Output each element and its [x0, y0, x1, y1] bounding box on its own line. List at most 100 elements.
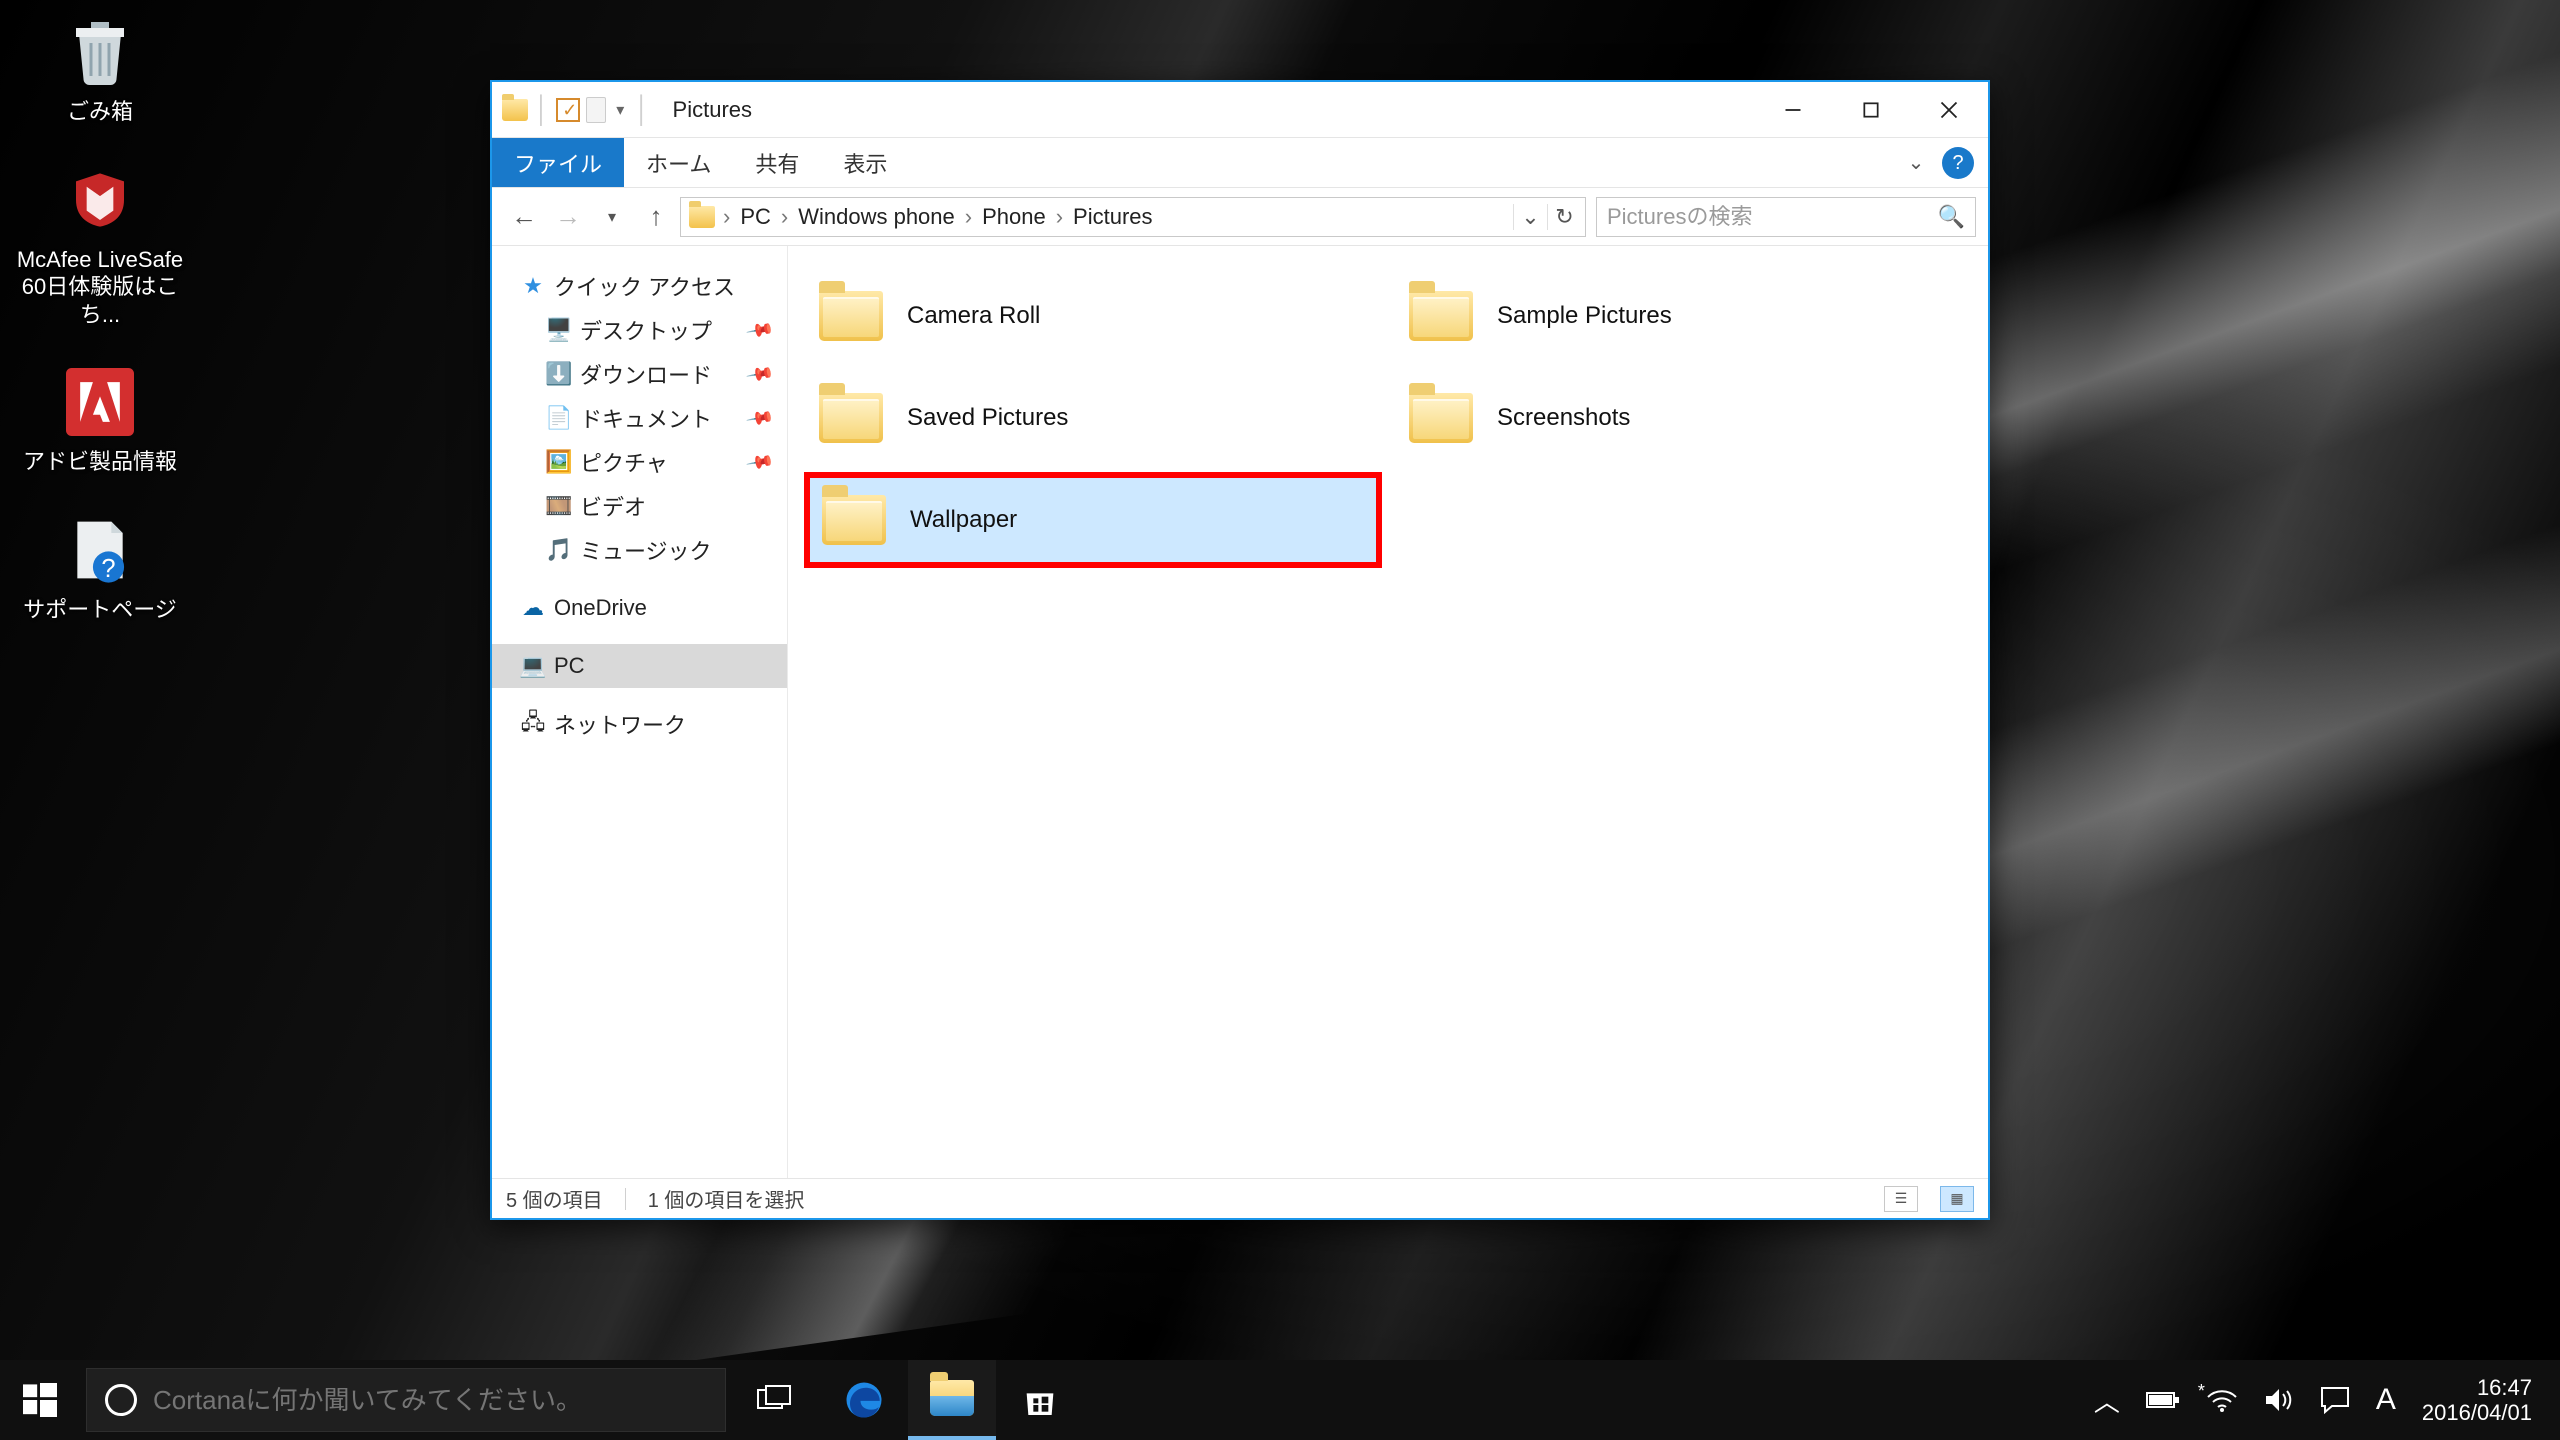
content-pane[interactable]: Camera Roll Sample Pictures Saved Pictures… — [788, 246, 1988, 1178]
cortana-icon — [105, 1384, 137, 1416]
desktop-icons: ごみ箱 McAfee LiveSafe 60日体験版はこち... アドビ製品情報… — [10, 10, 190, 623]
nav-up-button[interactable]: ↑ — [636, 197, 676, 237]
tab-home[interactable]: ホーム — [624, 138, 733, 187]
ime-indicator[interactable]: A — [2376, 1383, 2396, 1417]
ribbon-expand-button[interactable]: ⌄ — [1896, 138, 1936, 187]
svg-text:?: ? — [101, 554, 115, 582]
pc-icon: 💻 — [522, 655, 544, 677]
nav-onedrive[interactable]: ☁OneDrive — [492, 586, 787, 630]
taskbar-app-edge[interactable] — [820, 1360, 908, 1440]
refresh-button[interactable]: ↻ — [1547, 204, 1581, 230]
pin-icon: 📌 — [745, 447, 775, 477]
nav-music[interactable]: 🎵ミュージック — [492, 528, 787, 572]
adobe-icon — [58, 360, 142, 444]
nav-pictures[interactable]: 🖼️ピクチャ📌 — [492, 440, 787, 484]
nav-documents[interactable]: 📄ドキュメント📌 — [492, 396, 787, 440]
qat-dropdown-icon[interactable]: ▾ — [612, 100, 628, 120]
search-input[interactable] — [1607, 204, 1938, 230]
ribbon-tabs: ファイル ホーム 共有 表示 ⌄ ? — [492, 138, 1988, 188]
nav-pc[interactable]: 💻PC — [492, 644, 787, 688]
folder-label: Saved Pictures — [907, 404, 1068, 432]
desktop-icon-recycle-bin[interactable]: ごみ箱 — [10, 10, 190, 126]
documents-icon: 📄 — [548, 407, 570, 429]
battery-icon[interactable] — [2146, 1390, 2180, 1410]
view-details-button[interactable]: ☰ — [1884, 1186, 1918, 1212]
network-icon: 🖧 — [522, 713, 544, 735]
nav-forward-button[interactable]: → — [548, 197, 588, 237]
chevron-right-icon[interactable]: › — [963, 204, 974, 230]
address-dropdown-button[interactable]: ⌄ — [1513, 204, 1547, 230]
nav-downloads[interactable]: ⬇️ダウンロード📌 — [492, 352, 787, 396]
folder-item[interactable]: Saved Pictures — [804, 370, 1382, 466]
nav-recent-dropdown[interactable]: ▾ — [592, 197, 632, 237]
tab-view[interactable]: 表示 — [821, 138, 909, 187]
view-icons-button[interactable]: ▦ — [1940, 1186, 1974, 1212]
pin-icon: 📌 — [745, 359, 775, 389]
desktop-icon-adobe[interactable]: アドビ製品情報 — [10, 360, 190, 476]
status-bar: 5 個の項目 1 個の項目を選択 ☰ ▦ — [492, 1178, 1988, 1218]
window-title: Pictures — [673, 97, 752, 123]
breadcrumb-segment[interactable]: Phone — [974, 204, 1054, 230]
nav-desktop[interactable]: 🖥️デスクトップ📌 — [492, 308, 787, 352]
mcafee-icon — [58, 158, 142, 242]
maximize-button[interactable] — [1832, 82, 1910, 138]
tray-overflow-button[interactable]: ︿ — [2094, 1382, 2120, 1419]
taskbar-app-store[interactable] — [996, 1360, 1084, 1440]
taskbar-clock[interactable]: 16:47 2016/04/01 — [2422, 1375, 2542, 1426]
task-view-button[interactable] — [732, 1360, 820, 1440]
folder-icon — [1409, 291, 1473, 341]
cortana-search[interactable] — [86, 1368, 726, 1432]
wifi-icon[interactable]: * — [2206, 1387, 2238, 1413]
tab-share[interactable]: 共有 — [733, 138, 821, 187]
search-icon[interactable]: 🔍 — [1938, 204, 1965, 230]
folder-item[interactable]: Sample Pictures — [1394, 268, 1972, 364]
clock-time: 16:47 — [2422, 1375, 2532, 1400]
nav-back-button[interactable]: ← — [504, 197, 544, 237]
breadcrumb-segment[interactable]: PC — [732, 204, 779, 230]
titlebar[interactable]: │ ✓ ▾ │ Pictures — [492, 82, 1988, 138]
chevron-right-icon[interactable]: › — [779, 204, 790, 230]
cortana-input[interactable] — [153, 1385, 707, 1416]
folder-icon — [819, 393, 883, 443]
onedrive-icon: ☁ — [522, 597, 544, 619]
qat-properties-icon[interactable]: ✓ — [556, 98, 580, 122]
folder-icon — [822, 495, 886, 545]
chevron-right-icon[interactable]: › — [721, 204, 732, 230]
folder-item[interactable]: Screenshots — [1394, 370, 1972, 466]
downloads-icon: ⬇️ — [548, 363, 570, 385]
folder-icon — [689, 206, 715, 228]
desktop-icon-support[interactable]: ? サポートページ — [10, 508, 190, 624]
help-button[interactable]: ? — [1942, 147, 1974, 179]
nav-videos[interactable]: 🎞️ビデオ — [492, 484, 787, 528]
start-button[interactable] — [0, 1360, 80, 1440]
close-button[interactable] — [1910, 82, 1988, 138]
desktop-icon-label: サポートページ — [23, 596, 177, 624]
address-bar[interactable]: › PC › Windows phone › Phone › Pictures … — [680, 197, 1586, 237]
recycle-bin-icon — [58, 10, 142, 94]
breadcrumb-segment[interactable]: Windows phone — [790, 204, 963, 230]
folder-item[interactable]: Camera Roll — [804, 268, 1382, 364]
chevron-right-icon[interactable]: › — [1054, 204, 1065, 230]
search-box[interactable]: 🔍 — [1596, 197, 1976, 237]
tab-file[interactable]: ファイル — [492, 138, 624, 187]
desktop-icon-mcafee[interactable]: McAfee LiveSafe 60日体験版はこち... — [10, 158, 190, 329]
minimize-button[interactable] — [1754, 82, 1832, 138]
status-count: 5 個の項目 — [506, 1184, 603, 1213]
system-tray: ︿ * A 16:47 2016/04/01 — [2094, 1375, 2560, 1426]
clock-date: 2016/04/01 — [2422, 1400, 2532, 1425]
action-center-icon[interactable] — [2320, 1386, 2350, 1414]
folder-label: Sample Pictures — [1497, 302, 1672, 330]
desktop-icon-label: アドビ製品情報 — [23, 448, 177, 476]
support-page-icon: ? — [58, 508, 142, 592]
nav-network[interactable]: 🖧ネットワーク — [492, 702, 787, 746]
folder-label: Camera Roll — [907, 302, 1040, 330]
pin-icon: 📌 — [745, 403, 775, 433]
desktop-icon-label: ごみ箱 — [67, 98, 133, 126]
qat-newfolder-icon[interactable] — [586, 97, 606, 123]
volume-icon[interactable] — [2264, 1387, 2294, 1413]
pin-icon: 📌 — [745, 315, 775, 345]
breadcrumb-segment[interactable]: Pictures — [1065, 204, 1160, 230]
taskbar-app-explorer[interactable] — [908, 1360, 996, 1440]
folder-item[interactable]: Wallpaper — [804, 472, 1382, 568]
nav-quick-access[interactable]: ★クイック アクセス — [492, 264, 787, 308]
